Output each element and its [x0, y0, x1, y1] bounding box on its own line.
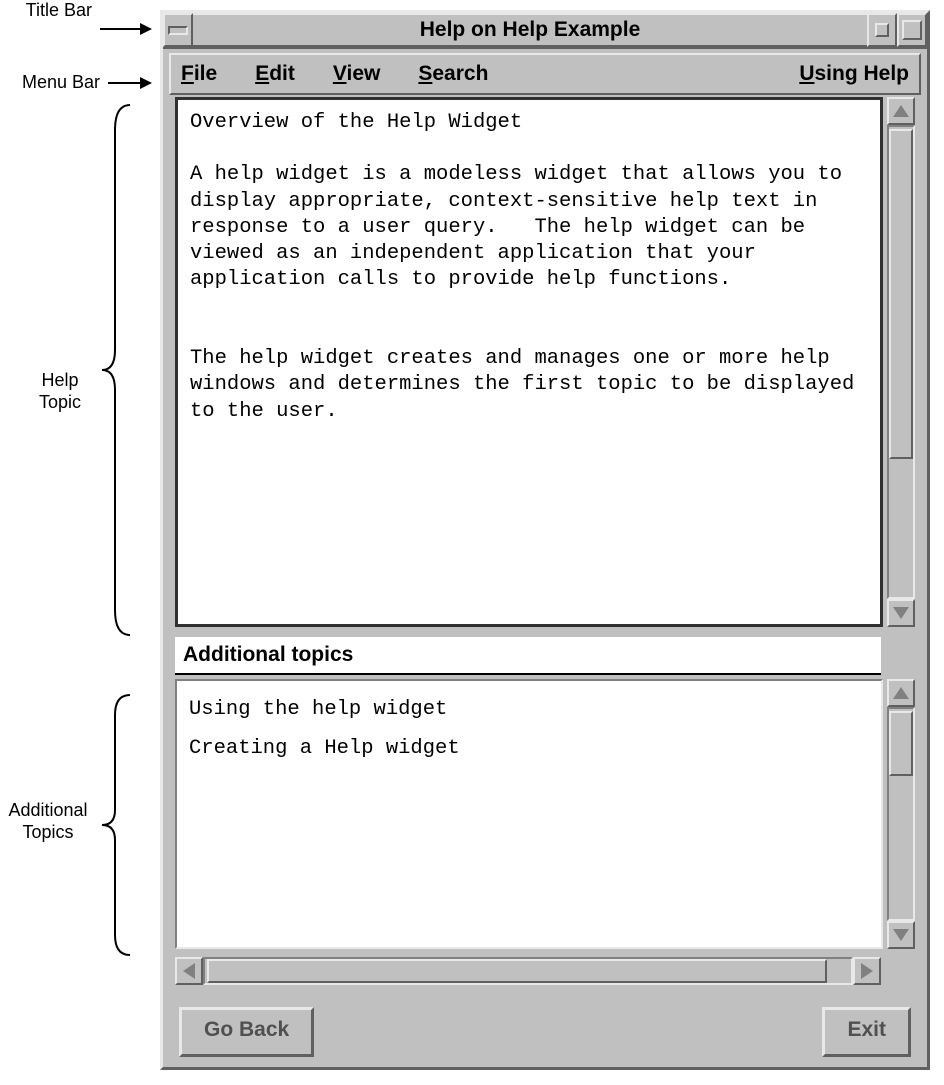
title-bar: Help on Help Example	[163, 13, 927, 49]
additional-vertical-scrollbar[interactable]	[887, 679, 915, 949]
topic-para: The help widget creates and manages one …	[190, 347, 867, 422]
arrow-icon	[108, 82, 150, 84]
scroll-thumb[interactable]	[889, 711, 913, 776]
system-menu-button[interactable]	[163, 13, 193, 47]
scroll-thumb[interactable]	[207, 959, 827, 983]
menu-bar: File Edit View Search Using Help	[169, 53, 921, 95]
callout-text: Topic	[39, 392, 81, 412]
topic-heading: Overview of the Help Widget	[190, 111, 522, 134]
client-area: Overview of the Help Widget A help widge…	[169, 97, 921, 1061]
scroll-track[interactable]	[887, 707, 915, 921]
callout-menu-bar: Menu Bar	[0, 72, 100, 94]
callout-text: Help	[41, 370, 78, 390]
exit-button[interactable]: Exit	[822, 1007, 911, 1057]
help-topic-pane: Overview of the Help Widget A help widge…	[175, 97, 915, 627]
callout-text: Additional	[8, 800, 87, 820]
topic-vertical-scrollbar[interactable]	[887, 97, 915, 627]
menu-view[interactable]: View	[333, 62, 381, 86]
additional-topics-heading: Additional topics	[175, 637, 881, 675]
menu-file[interactable]: File	[181, 62, 217, 86]
dash-icon	[168, 26, 188, 35]
scroll-up-button[interactable]	[887, 679, 915, 707]
callout-title-bar: Title Bar	[0, 0, 92, 22]
list-item[interactable]: Using the help widget	[189, 691, 869, 730]
help-topic-text: Overview of the Help Widget A help widge…	[175, 97, 883, 627]
menu-using-help[interactable]: Using Help	[799, 62, 909, 86]
scroll-down-button[interactable]	[887, 599, 915, 627]
triangle-up-icon	[893, 105, 909, 117]
maximize-button[interactable]	[897, 13, 927, 47]
callout-additional-topics: Additional Topics	[0, 800, 96, 843]
triangle-down-icon	[893, 607, 909, 619]
scroll-track[interactable]	[887, 125, 915, 599]
brace-icon	[100, 100, 140, 640]
menu-search[interactable]: Search	[418, 62, 488, 86]
additional-topics-list: Using the help widget Creating a Help wi…	[175, 679, 883, 949]
maximize-icon	[902, 20, 922, 40]
brace-icon	[100, 690, 140, 960]
scroll-right-button[interactable]	[853, 957, 881, 985]
topic-para: A help widget is a modeless widget that …	[190, 163, 854, 291]
callout-text: Topics	[22, 822, 73, 842]
button-row: Go Back Exit	[179, 1007, 911, 1057]
list-item[interactable]: Creating a Help widget	[189, 730, 869, 769]
scroll-thumb[interactable]	[889, 129, 913, 459]
minimize-button[interactable]	[867, 13, 897, 47]
triangle-right-icon	[861, 963, 873, 979]
menu-edit[interactable]: Edit	[255, 62, 295, 86]
minimize-icon	[875, 23, 889, 37]
triangle-up-icon	[893, 687, 909, 699]
callout-help-topic: Help Topic	[30, 370, 90, 413]
arrow-icon	[100, 28, 150, 30]
scroll-track[interactable]	[203, 957, 853, 985]
additional-topics-pane: Using the help widget Creating a Help wi…	[175, 679, 915, 949]
window-title: Help on Help Example	[193, 13, 867, 47]
scroll-down-button[interactable]	[887, 921, 915, 949]
triangle-left-icon	[183, 963, 195, 979]
triangle-down-icon	[893, 929, 909, 941]
horizontal-scrollbar[interactable]	[175, 957, 881, 985]
scroll-left-button[interactable]	[175, 957, 203, 985]
go-back-button[interactable]: Go Back	[179, 1007, 314, 1057]
help-window: Help on Help Example File Edit View Sear…	[160, 10, 930, 1070]
scroll-up-button[interactable]	[887, 97, 915, 125]
